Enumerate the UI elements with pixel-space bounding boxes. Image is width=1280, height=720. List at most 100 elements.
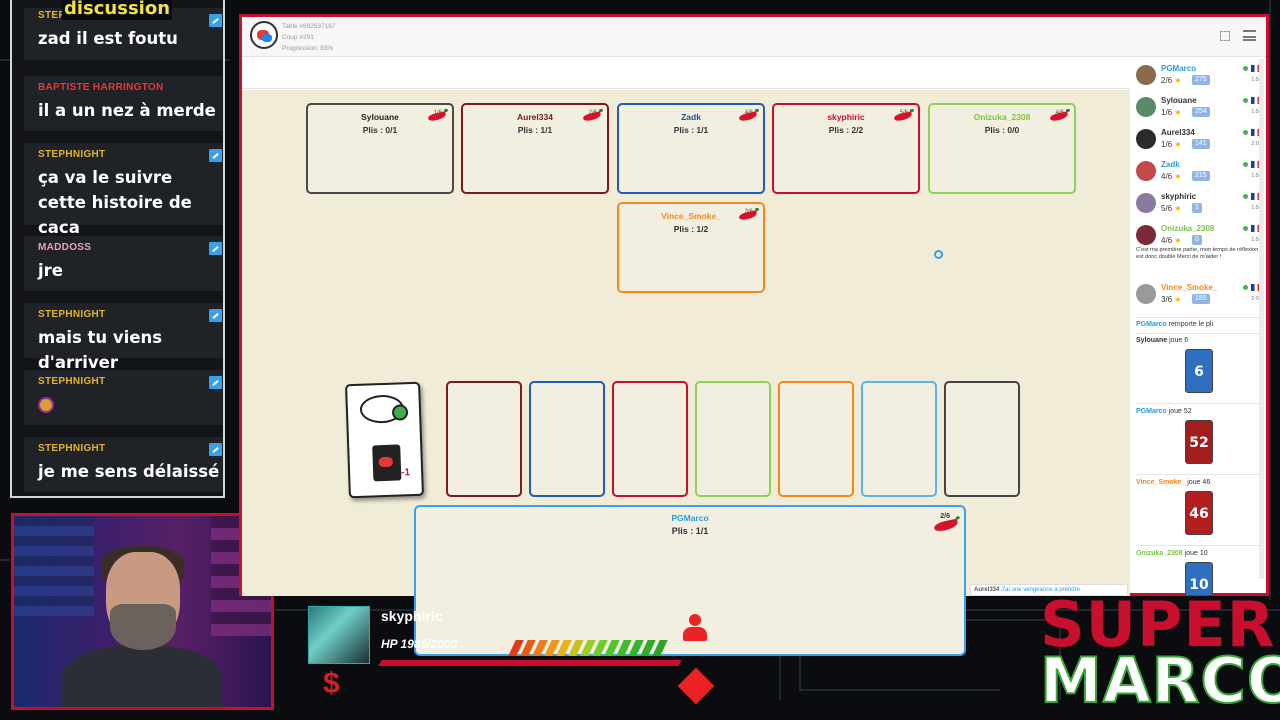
site-logo[interactable] bbox=[250, 21, 278, 49]
game-table: Sylouane Plis : 0/1 1/6 Aurel334 Plis : … bbox=[242, 90, 1130, 656]
log-separator bbox=[1136, 545, 1262, 546]
star-icon: ★ bbox=[1174, 108, 1182, 117]
elo-badge: 141 bbox=[1192, 139, 1210, 149]
trick-slot[interactable] bbox=[446, 381, 522, 497]
player-list-row[interactable]: Sylouane 1/6 ★ 254 1:52 bbox=[1134, 93, 1264, 123]
trick-slot[interactable] bbox=[529, 381, 605, 497]
chat-message: STEPHNIGHT bbox=[24, 370, 223, 425]
rules-card[interactable]: -1 bbox=[345, 381, 424, 499]
trick-slot[interactable] bbox=[944, 381, 1020, 497]
alert-hp: HP 1985/2000 bbox=[381, 637, 458, 651]
chat-text: zad il est foutu bbox=[38, 29, 178, 48]
elo-badge: 275 bbox=[1192, 75, 1210, 85]
chat-message: STEPHNIGHT je me sens délaissé bbox=[24, 437, 223, 492]
elo-badge: 254 bbox=[1192, 107, 1210, 117]
player-tricks: Plis : 0/1 bbox=[362, 125, 398, 135]
minus-one-label: -1 bbox=[400, 467, 411, 479]
game-subbar bbox=[242, 59, 1130, 89]
online-indicator bbox=[1243, 162, 1248, 167]
player-list: PGMarco 2/6 ★ 275 1:52 Sylouane 1/6 ★ 25… bbox=[1132, 59, 1266, 319]
player-list-row[interactable]: Zadk 4/6 ★ 215 1:57 bbox=[1134, 157, 1264, 187]
webcam-shelf bbox=[14, 516, 94, 616]
dollar-icon: $ bbox=[323, 667, 340, 700]
log-line: PGMarco joue 52 bbox=[1136, 408, 1192, 415]
player-tricks: Plis : 1/2 bbox=[673, 224, 709, 234]
log-line: Sylouane joue 6 bbox=[1136, 337, 1189, 344]
menu-icon[interactable] bbox=[1243, 30, 1256, 41]
chat-text: mais tu viens d'arriver bbox=[38, 328, 163, 372]
person-icon bbox=[683, 614, 707, 641]
player-list-row[interactable]: Vince_Smoke_ 3/6 ★ 185 2:03 bbox=[1134, 280, 1264, 310]
player-list-score: 5/6 ★ bbox=[1161, 204, 1182, 213]
player-list-row[interactable]: Onizuka_2308 4/6 ★ 0 1:54 C'est ma premi… bbox=[1134, 221, 1264, 277]
chat-text: ça va le suivre cette histoire de caca bbox=[38, 168, 192, 237]
player-tricks: Plis : 1/1 bbox=[671, 526, 709, 536]
trick-slot[interactable] bbox=[861, 381, 937, 497]
player-box-onizuka: Onizuka_2308 Plis : 0/0 4/6 bbox=[928, 103, 1076, 194]
fullscreen-icon[interactable] bbox=[1220, 31, 1230, 41]
player-name: PGMarco bbox=[671, 513, 709, 523]
elo-badge: 1 bbox=[1192, 203, 1202, 213]
player-list-name: Sylouane bbox=[1161, 96, 1197, 105]
trick-slot[interactable] bbox=[695, 381, 771, 497]
trick-slot[interactable] bbox=[612, 381, 688, 497]
chat-message: STEPHNIGHT mais tu viens d'arriver bbox=[24, 303, 223, 372]
online-indicator bbox=[1243, 285, 1248, 290]
player-tricks: Plis : 0/0 bbox=[984, 125, 1020, 135]
player-box-skyphiric: skyphiric Plis : 2/2 5/6 bbox=[772, 103, 920, 194]
log-separator bbox=[1136, 474, 1262, 475]
chat-message: BAPTISTE HARRINGTON il a un nez à merde bbox=[24, 76, 223, 131]
game-topbar: Table #692537187 Coup #291 Progression: … bbox=[242, 17, 1266, 57]
online-indicator bbox=[1243, 226, 1248, 231]
bookmark-icon bbox=[209, 376, 222, 389]
elo-badge: 185 bbox=[1192, 294, 1210, 304]
player-score: 2/6 bbox=[940, 513, 950, 520]
online-indicator bbox=[1243, 130, 1248, 135]
player-box-vince: Vince_Smoke_ Plis : 1/2 3/6 bbox=[617, 202, 765, 293]
diamond-icon bbox=[677, 667, 715, 705]
log-line: Onizuka_2308 joue 10 bbox=[1136, 550, 1208, 557]
chat-author: STEPHNIGHT bbox=[38, 309, 106, 320]
trick-slot[interactable] bbox=[778, 381, 854, 497]
star-icon: ★ bbox=[1174, 295, 1182, 304]
online-indicator bbox=[1243, 194, 1248, 199]
chat-author: STEPHNIGHT bbox=[38, 149, 106, 160]
check-icon bbox=[391, 404, 409, 421]
player-list-score: 1/6 ★ bbox=[1161, 108, 1182, 117]
avatar bbox=[1136, 284, 1156, 304]
player-list-row[interactable]: skyphiric 5/6 ★ 1 1:52 bbox=[1134, 189, 1264, 219]
player-list-score: 1/6 ★ bbox=[1161, 140, 1182, 149]
player-list-name: skyphiric bbox=[1161, 192, 1197, 201]
player-note: C'est ma première partie, mon temps de r… bbox=[1136, 247, 1259, 260]
player-list-row[interactable]: Aurel334 1/6 ★ 141 2:01 bbox=[1134, 125, 1264, 155]
chat-author: MADDOSS bbox=[38, 242, 92, 253]
player-list-row[interactable]: PGMarco 2/6 ★ 275 1:52 bbox=[1134, 61, 1264, 91]
scrollbar[interactable] bbox=[1259, 59, 1264, 579]
online-indicator bbox=[1243, 66, 1248, 71]
chat-text: jre bbox=[38, 261, 63, 280]
chat-text: il a un nez à merde bbox=[38, 101, 216, 120]
log-line: Vince_Smoke_ joue 46 bbox=[1136, 479, 1211, 486]
log-separator bbox=[1136, 317, 1262, 318]
star-icon: ★ bbox=[1174, 204, 1182, 213]
elo-badge: 0 bbox=[1192, 235, 1202, 245]
player-list-score: 2/6 ★ bbox=[1161, 76, 1182, 85]
table-id: Table #692537187 bbox=[282, 23, 336, 30]
player-list-score: 4/6 ★ bbox=[1161, 236, 1182, 245]
star-icon: ★ bbox=[1174, 76, 1182, 85]
avatar bbox=[1136, 161, 1156, 181]
chat-author: STEPHNIGHT bbox=[38, 376, 106, 387]
progress-text: Progression: 83% bbox=[282, 45, 334, 52]
mouse-cursor-icon bbox=[934, 250, 943, 259]
player-box-sylouane: Sylouane Plis : 0/1 1/6 bbox=[306, 103, 454, 194]
table-info: Table #692537187 Coup #291 Progression: … bbox=[282, 21, 336, 54]
card-icon bbox=[372, 444, 402, 482]
log-card: 6 bbox=[1185, 349, 1213, 393]
chat-message: MADDOSS jre bbox=[24, 236, 223, 291]
player-list-name: Zadk bbox=[1161, 160, 1180, 169]
game-window: Table #692537187 Coup #291 Progression: … bbox=[239, 14, 1269, 656]
log-card: 52 bbox=[1185, 420, 1213, 464]
streamer-beard bbox=[110, 604, 176, 650]
alert-username: skyphiric bbox=[381, 608, 443, 624]
avatar bbox=[1136, 193, 1156, 213]
